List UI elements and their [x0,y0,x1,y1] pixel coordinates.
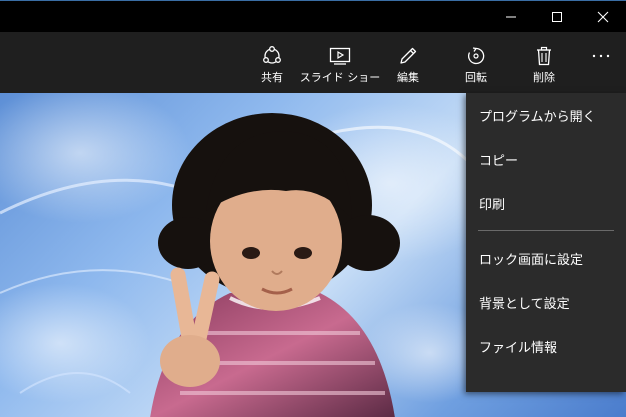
menu-item-set-lock-screen[interactable]: ロック画面に設定 [466,236,626,280]
minimize-icon [506,16,516,17]
share-icon [263,46,281,64]
menu-separator [478,230,614,231]
share-button[interactable]: 共有 [252,32,292,93]
close-icon [597,11,609,22]
trash-icon [537,46,551,66]
edit-label: 編集 [397,71,419,84]
delete-button[interactable]: 削除 [524,32,564,93]
rotate-label: 回転 [465,71,487,84]
more-icon [592,54,610,58]
command-bar: 共有 スライド ショー 編集 回転 削除 [0,32,626,93]
photos-app-window: 共有 スライド ショー 編集 回転 削除 プログラムから開く コピー 印刷 ロッ… [0,0,626,417]
maximize-icon [552,11,562,22]
menu-item-print[interactable]: 印刷 [466,181,626,225]
edit-button[interactable]: 編集 [388,32,428,93]
menu-item-copy[interactable]: コピー [466,137,626,181]
menu-item-set-background[interactable]: 背景として設定 [466,280,626,324]
menu-item-file-info[interactable]: ファイル情報 [466,324,626,368]
rotate-button[interactable]: 回転 [456,32,496,93]
share-label: 共有 [261,71,283,84]
rotate-icon [468,47,485,65]
slideshow-button[interactable]: スライド ショー [299,32,381,93]
maximize-button[interactable] [534,1,580,32]
slideshow-label: スライド ショー [299,71,381,84]
more-options-menu: プログラムから開く コピー 印刷 ロック画面に設定 背景として設定 ファイル情報 [466,93,626,392]
close-button[interactable] [580,1,626,32]
menu-item-open-with[interactable]: プログラムから開く [466,93,626,137]
minimize-button[interactable] [488,1,534,32]
more-button[interactable] [583,44,619,68]
title-bar[interactable] [0,1,626,32]
pencil-icon [400,47,417,64]
delete-label: 削除 [533,71,555,84]
slideshow-icon [329,47,351,65]
